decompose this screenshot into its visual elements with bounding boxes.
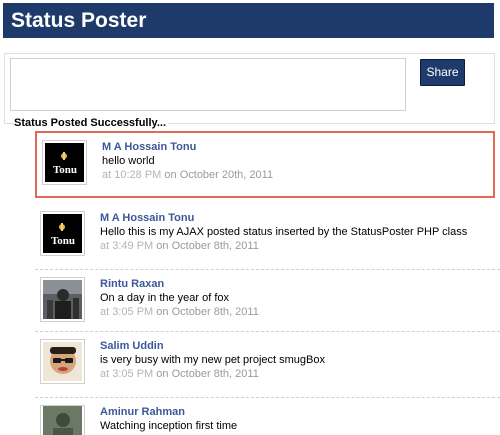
feed-item: Tonu M A Hossain Tonu hello world at 10:…	[35, 131, 495, 198]
avatar[interactable]: Tonu	[42, 140, 87, 185]
avatar-image: Tonu	[43, 214, 82, 253]
avatar[interactable]: Tonu	[40, 211, 85, 256]
poster-name[interactable]: Aminur Rahman	[100, 406, 185, 419]
status-date: October 20th, 2011	[179, 169, 274, 181]
feed-item: Aminur Rahman Watching inception first t…	[35, 398, 495, 435]
avatar-label: Tonu	[51, 235, 75, 247]
avatar[interactable]	[40, 339, 85, 384]
poster-name[interactable]: Salim Uddin	[100, 340, 164, 353]
avatar-label: Tonu	[53, 164, 77, 176]
status-time: at 3:05 PM	[100, 368, 154, 380]
feed-item: Salim Uddin is very busy with my new pet…	[35, 332, 500, 398]
status-meta: at 3:49 PM on October 8th, 2011	[100, 240, 259, 253]
status-text: hello world	[102, 155, 155, 167]
status-input[interactable]	[10, 58, 406, 111]
status-time: at 10:28 PM	[102, 169, 162, 181]
app-header: Status Poster	[3, 3, 494, 38]
status-composer: Share	[4, 53, 495, 124]
feed-item: Rintu Raxan On a day in the year of fox …	[35, 270, 500, 332]
avatar-image	[43, 342, 82, 381]
avatar[interactable]	[40, 277, 85, 322]
poster-name[interactable]: M A Hossain Tonu	[102, 141, 196, 154]
status-date: October 8th, 2011	[171, 368, 259, 380]
avatar[interactable]	[40, 405, 85, 435]
status-text: On a day in the year of fox	[100, 292, 230, 304]
status-date-prefix: on	[156, 306, 169, 318]
status-date-prefix: on	[164, 169, 177, 181]
page-title: Status Poster	[11, 9, 147, 32]
status-text: Hello this is my AJAX posted status inse…	[100, 226, 468, 238]
status-date: October 8th, 2011	[171, 306, 259, 318]
avatar-image	[43, 406, 82, 435]
status-meta: at 3:05 PM on October 8th, 2011	[100, 368, 259, 381]
poster-name[interactable]: M A Hossain Tonu	[100, 212, 194, 225]
status-meta: at 10:28 PM on October 20th, 2011	[102, 169, 273, 182]
avatar-image	[43, 280, 82, 319]
status-time: at 3:49 PM	[100, 240, 154, 252]
status-text: Watching inception first time	[100, 420, 238, 432]
status-date: October 8th, 2011	[171, 240, 259, 252]
status-date-prefix: on	[156, 240, 169, 252]
status-time: at 3:05 PM	[100, 306, 154, 318]
avatar-image: Tonu	[45, 143, 84, 182]
status-text: is very busy with my new pet project smu…	[100, 354, 325, 366]
feed-item: Tonu M A Hossain Tonu Hello this is my A…	[35, 204, 500, 270]
share-button[interactable]: Share	[420, 59, 465, 86]
poster-name[interactable]: Rintu Raxan	[100, 278, 164, 291]
status-success-message: Status Posted Successfully...	[14, 116, 169, 130]
status-meta: at 3:05 PM on October 8th, 2011	[100, 306, 259, 319]
status-date-prefix: on	[156, 368, 169, 380]
